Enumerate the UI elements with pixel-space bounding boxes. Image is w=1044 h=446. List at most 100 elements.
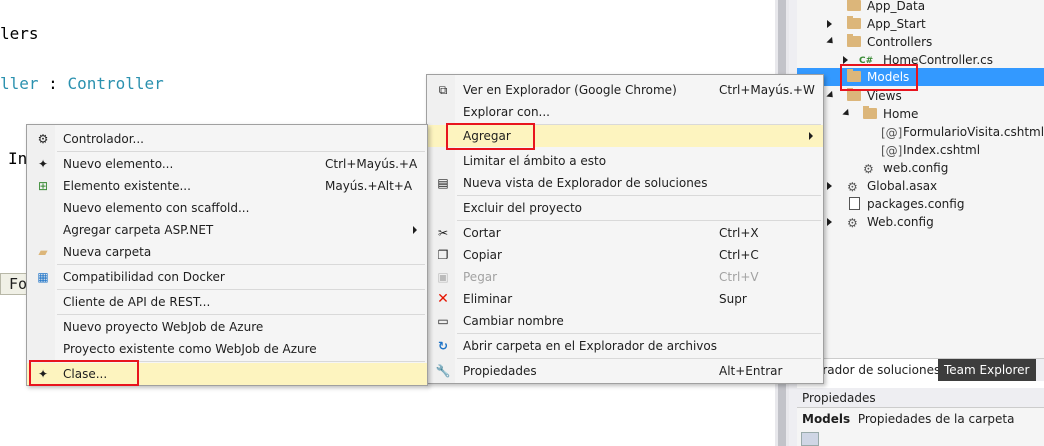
menu-item-copy[interactable]: ❐ Copiar Ctrl+C bbox=[427, 244, 823, 266]
tree-item-app-data[interactable]: App_Data bbox=[827, 0, 1037, 15]
config-file-icon: ⚙ bbox=[863, 162, 874, 176]
menu-item-label: Compatibilidad con Docker bbox=[63, 270, 225, 284]
file-icon bbox=[849, 197, 860, 210]
menu-item-scope-to-this[interactable]: Limitar el ámbito a esto bbox=[427, 150, 823, 172]
menu-item-label: Agregar bbox=[463, 129, 511, 143]
explorer-tabs: orador de soluciones Team Explorer bbox=[797, 358, 1044, 381]
tab-team-explorer[interactable]: Team Explorer bbox=[938, 359, 1036, 381]
tree-item-controllers[interactable]: Controllers bbox=[826, 33, 1037, 51]
tree-item-label: Index.cshtml bbox=[903, 143, 981, 157]
existing-item-icon: ⊞ bbox=[37, 179, 49, 193]
code-line: ller : Controller bbox=[0, 74, 164, 93]
expand-icon[interactable] bbox=[827, 20, 832, 28]
tree-item-label: App_Data bbox=[867, 0, 926, 13]
menu-item-shortcut: Alt+Entrar bbox=[719, 364, 783, 378]
menu-item-class[interactable]: ✦ Clase... bbox=[27, 363, 427, 385]
tree-item-home[interactable]: Home bbox=[842, 105, 1043, 123]
tree-item-web-config[interactable]: ⚙ Web.config bbox=[827, 213, 1037, 231]
rename-icon: ▭ bbox=[437, 314, 449, 328]
tree-item-label: Global.asax bbox=[867, 179, 938, 193]
tree-item-label: Views bbox=[867, 89, 902, 103]
docker-icon: ▦ bbox=[37, 270, 49, 284]
tree-item-formulariovisita[interactable]: [@] FormularioVisita.cshtml bbox=[881, 123, 1044, 141]
expand-icon[interactable] bbox=[843, 56, 848, 64]
menu-item-properties[interactable]: 🔧 Propiedades Alt+Entrar bbox=[427, 360, 823, 382]
razor-file-icon: [@] bbox=[881, 126, 903, 140]
menu-item-label: Cambiar nombre bbox=[463, 314, 564, 328]
menu-separator bbox=[57, 151, 425, 152]
menu-item-controller[interactable]: ⚙ Controlador... bbox=[27, 128, 427, 150]
submenu-agregar: ⚙ Controlador... ✦ Nuevo elemento... Ctr… bbox=[26, 124, 428, 386]
menu-item-shortcut: Ctrl+X bbox=[719, 226, 759, 240]
menu-item-label: Excluir del proyecto bbox=[463, 201, 582, 215]
menu-item-label: Cortar bbox=[463, 226, 501, 240]
menu-item-exclude[interactable]: Excluir del proyecto bbox=[427, 197, 823, 219]
menu-item-new-scaffold[interactable]: Nuevo elemento con scaffold... bbox=[27, 197, 427, 219]
tree-item-packages-config[interactable]: packages.config bbox=[827, 195, 1037, 213]
menu-item-label: Limitar el ámbito a esto bbox=[463, 154, 607, 168]
submenu-arrow-icon bbox=[809, 132, 813, 140]
menu-item-cut[interactable]: ✂ Cortar Ctrl+X bbox=[427, 222, 823, 244]
tree-item-label: web.config bbox=[883, 161, 949, 175]
menu-item-browse-with[interactable]: Explorar con... bbox=[427, 101, 823, 123]
folder-open-icon bbox=[847, 34, 861, 47]
code-token: Controller bbox=[67, 74, 164, 93]
menu-item-existing-item[interactable]: ⊞ Elemento existente... Mayús.+Alt+A bbox=[27, 175, 427, 197]
new-view-icon: ▤ bbox=[437, 176, 449, 190]
menu-item-label: Nuevo proyecto WebJob de Azure bbox=[63, 320, 264, 334]
menu-item-delete[interactable]: ✕ Eliminar Supr bbox=[427, 288, 823, 310]
open-folder-arrow-icon: ↻ bbox=[437, 339, 449, 353]
tree-item-global-asax[interactable]: ⚙ Global.asax bbox=[827, 177, 1037, 195]
tree-item-models[interactable]: Models bbox=[797, 68, 1044, 86]
code-line: In bbox=[8, 149, 28, 168]
menu-item-rename[interactable]: ▭ Cambiar nombre bbox=[427, 310, 823, 332]
menu-item-label: Nueva vista de Explorador de soluciones bbox=[463, 176, 708, 190]
menu-separator bbox=[457, 333, 821, 334]
tab-solution-explorer[interactable]: orador de soluciones bbox=[809, 359, 947, 381]
code-token: : bbox=[38, 74, 68, 93]
categorized-view-icon[interactable] bbox=[801, 432, 819, 446]
tree-item-label: Models bbox=[867, 70, 910, 84]
tree-item-views-webconfig[interactable]: ⚙ web.config bbox=[863, 159, 1043, 177]
menu-item-label: Clase... bbox=[63, 367, 108, 381]
menu-item-docker-support[interactable]: ▦ Compatibilidad con Docker bbox=[27, 266, 427, 288]
menu-separator bbox=[457, 358, 821, 359]
menu-item-add-aspnet-folder[interactable]: Agregar carpeta ASP.NET bbox=[27, 219, 427, 241]
collapse-icon[interactable] bbox=[826, 36, 836, 47]
solution-explorer: App_Data App_Start Controllers C# HomeCo… bbox=[797, 0, 1044, 358]
properties-object-name: Models bbox=[802, 412, 851, 426]
tree-item-index[interactable]: [@] Index.cshtml bbox=[881, 141, 1044, 159]
tree-item-label: App_Start bbox=[867, 17, 926, 31]
menu-separator bbox=[457, 220, 821, 221]
menu-item-new-item[interactable]: ✦ Nuevo elemento... Ctrl+Mayús.+A bbox=[27, 153, 427, 175]
code-token: ller bbox=[0, 74, 39, 93]
menu-item-open-in-file-explorer[interactable]: ↻ Abrir carpeta en el Explorador de arch… bbox=[427, 335, 823, 357]
tree-item-label: Home bbox=[883, 107, 919, 121]
menu-item-agregar[interactable]: Agregar bbox=[427, 125, 823, 147]
menu-item-new-webjob[interactable]: Nuevo proyecto WebJob de Azure bbox=[27, 316, 427, 338]
menu-item-label: Controlador... bbox=[63, 132, 144, 146]
menu-item-new-folder[interactable]: ▰ Nueva carpeta bbox=[27, 241, 427, 263]
menu-item-label: Explorar con... bbox=[463, 105, 550, 119]
tree-item-app-start[interactable]: App_Start bbox=[827, 15, 1037, 33]
tree-item-label: FormularioVisita.cshtml bbox=[903, 125, 1044, 139]
menu-item-shortcut: Ctrl+C bbox=[719, 248, 759, 262]
controller-icon: ⚙ bbox=[37, 132, 49, 146]
code-line: lers bbox=[0, 24, 39, 43]
tree-item-homecontroller[interactable]: C# HomeController.cs bbox=[843, 51, 1043, 69]
menu-item-view-in-browser[interactable]: ⧉ Ver en Explorador (Google Chrome) Ctrl… bbox=[427, 79, 823, 101]
menu-item-label: Agregar carpeta ASP.NET bbox=[63, 223, 214, 237]
properties-object-desc: Propiedades de la carpeta bbox=[857, 412, 1015, 426]
expand-icon[interactable] bbox=[827, 218, 832, 226]
menu-item-paste[interactable]: ▣ Pegar Ctrl+V bbox=[427, 266, 823, 288]
collapse-icon[interactable] bbox=[842, 108, 852, 119]
menu-item-label: Eliminar bbox=[463, 292, 513, 306]
menu-item-label: Elemento existente... bbox=[63, 179, 191, 193]
tree-item-views[interactable]: Views bbox=[826, 87, 1037, 105]
menu-item-existing-webjob[interactable]: Proyecto existente como WebJob de Azure bbox=[27, 338, 427, 360]
menu-item-rest-api-client[interactable]: Cliente de API de REST... bbox=[27, 291, 427, 313]
expand-icon[interactable] bbox=[827, 182, 832, 190]
collapse-icon[interactable] bbox=[826, 90, 836, 101]
menu-item-new-explorer-view[interactable]: ▤ Nueva vista de Explorador de solucione… bbox=[427, 172, 823, 194]
menu-item-shortcut: Supr bbox=[719, 292, 747, 306]
